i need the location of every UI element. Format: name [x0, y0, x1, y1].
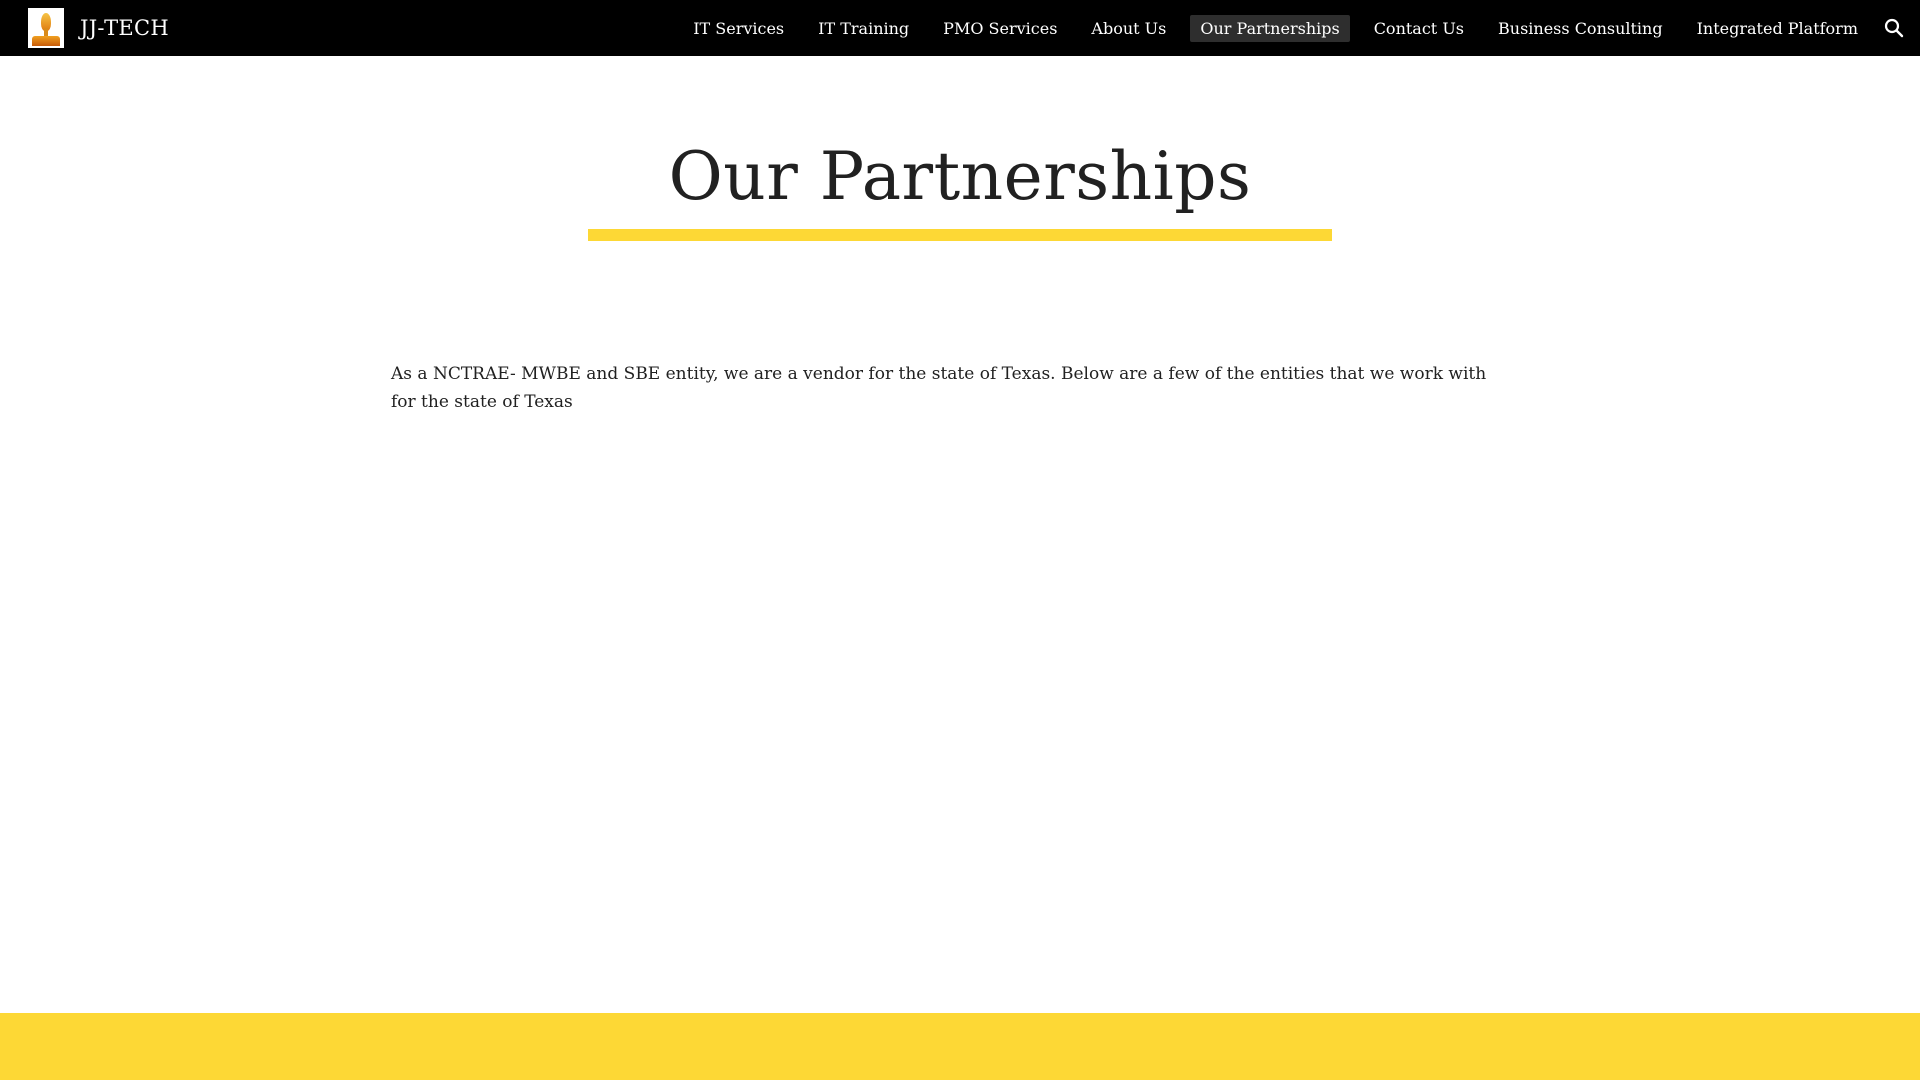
main-nav: IT Services IT Training PMO Services Abo… [669, 14, 1868, 43]
nav-item-contact-us[interactable]: Contact Us [1364, 15, 1474, 42]
nav-item-integrated-platform[interactable]: Integrated Platform [1687, 15, 1868, 42]
top-navigation-bar: JJ-TECH IT Services IT Training PMO Serv… [0, 0, 1920, 56]
footer-band [0, 1013, 1920, 1080]
nav-item-it-services[interactable]: IT Services [683, 15, 794, 42]
title-section: Our Partnerships [0, 138, 1920, 215]
brand[interactable]: JJ-TECH [28, 8, 169, 48]
torch-logo-icon[interactable] [28, 8, 64, 48]
site-name[interactable]: JJ-TECH [80, 16, 169, 40]
nav-item-it-training[interactable]: IT Training [808, 15, 919, 42]
search-icon[interactable] [1882, 16, 1906, 40]
nav-item-pmo-services[interactable]: PMO Services [933, 15, 1067, 42]
page-title: Our Partnerships [668, 138, 1252, 215]
nav-item-business-consulting[interactable]: Business Consulting [1488, 15, 1673, 42]
nav-item-about-us[interactable]: About Us [1081, 15, 1176, 42]
intro-paragraph: As a NCTRAE- MWBE and SBE entity, we are… [391, 364, 1487, 412]
nav-item-our-partnerships[interactable]: Our Partnerships [1190, 15, 1350, 42]
title-underline [588, 229, 1332, 241]
